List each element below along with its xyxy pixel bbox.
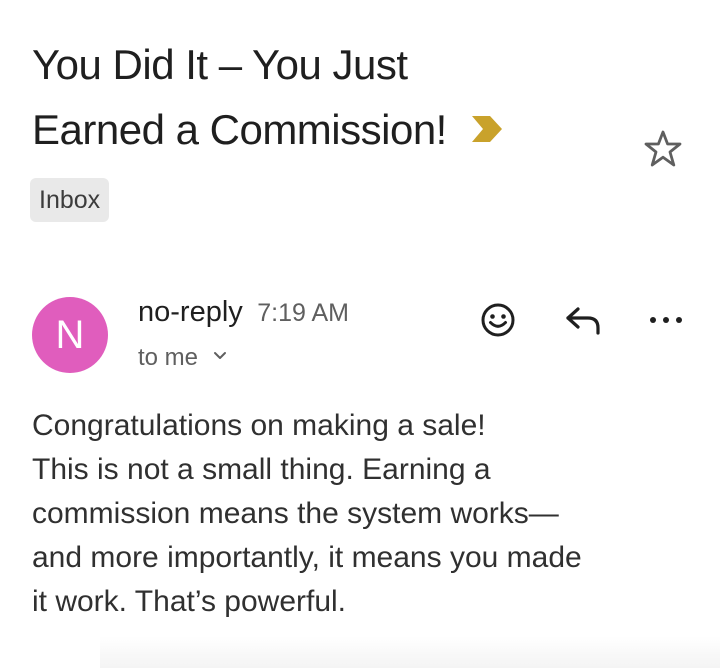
sender-avatar[interactable]: N bbox=[32, 297, 108, 373]
sent-time: 7:19 AM bbox=[257, 299, 349, 327]
email-view: You Did It – You Just Earned a Commissio… bbox=[0, 0, 720, 668]
body-line: and more importantly, it means you made bbox=[32, 541, 582, 574]
add-reaction-icon[interactable] bbox=[480, 302, 516, 338]
chevron-down-icon bbox=[213, 352, 226, 359]
reply-icon[interactable] bbox=[564, 304, 602, 336]
body-line: commission means the system works— bbox=[32, 497, 559, 530]
subject-line-1: You Did It – You Just bbox=[32, 41, 408, 88]
star-icon[interactable] bbox=[642, 128, 684, 170]
email-body: Congratulations on making a sale! This i… bbox=[32, 404, 702, 624]
body-line: Congratulations on making a sale! bbox=[32, 409, 486, 442]
email-subject: You Did It – You Just Earned a Commissio… bbox=[32, 32, 592, 162]
sender-name[interactable]: no-reply bbox=[138, 296, 243, 328]
more-options-icon[interactable] bbox=[648, 312, 684, 328]
body-line: This is not a small thing. Earning a bbox=[32, 453, 491, 486]
subject-line-2: Earned a Commission! bbox=[32, 97, 592, 162]
body-line: it work. That’s powerful. bbox=[32, 585, 347, 618]
recipient-text: to me bbox=[138, 344, 199, 371]
importance-marker-icon[interactable] bbox=[472, 116, 503, 142]
inbox-label-chip[interactable]: Inbox bbox=[30, 178, 110, 222]
sender-line: no-reply 7:19 AM bbox=[138, 296, 349, 329]
subject-line-2-text: Earned a Commission! bbox=[32, 106, 447, 153]
recipient-details-toggle[interactable]: to me bbox=[138, 344, 227, 372]
bottom-fade bbox=[100, 636, 720, 668]
